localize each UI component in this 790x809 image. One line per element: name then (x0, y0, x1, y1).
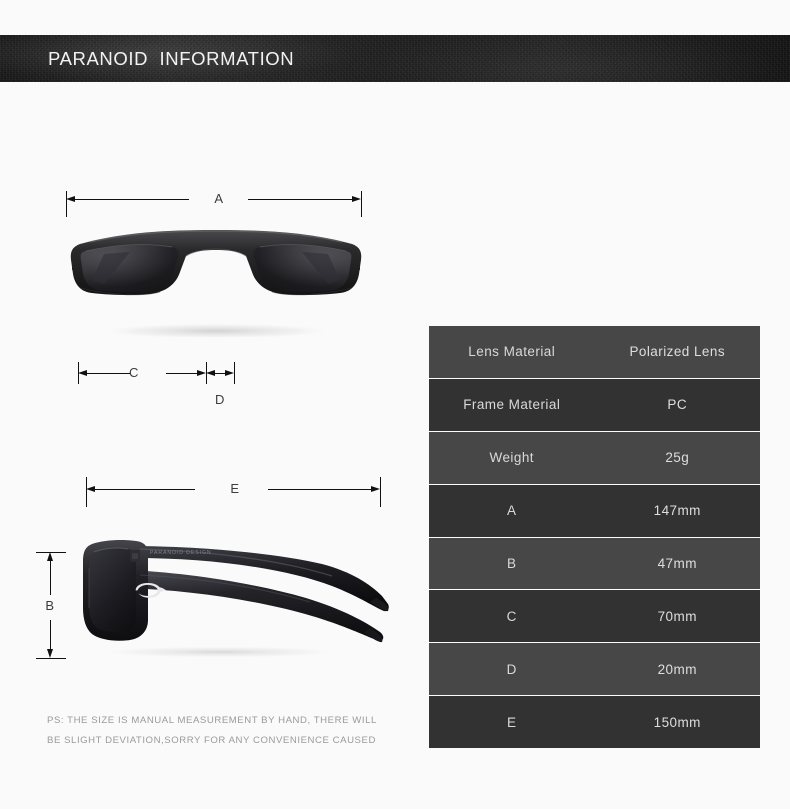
dim-e-line-left (95, 489, 195, 490)
table-row: C 70mm (429, 590, 760, 644)
spec-value: 47mm (657, 555, 697, 571)
table-row: A 147mm (429, 484, 760, 538)
sunglasses-front-view (60, 222, 372, 339)
dim-b-line-bottom (50, 620, 51, 649)
dim-c-arrow-left (78, 370, 87, 376)
dim-a-label: A (214, 191, 224, 206)
dim-e-cap-right (380, 477, 381, 507)
spec-value: PC (667, 397, 688, 413)
dim-b-cap-bottom (36, 658, 66, 659)
dim-a-arrow-right (352, 196, 361, 202)
sunglasses-side-view: PARANOID DESIGN (70, 528, 402, 660)
page-title: PARANOID INFORMATION (48, 48, 295, 69)
spec-value: 70mm (657, 608, 697, 624)
specification-table: Lens Material Polarized Lens Frame Mater… (429, 326, 760, 748)
spec-key: Frame Material (463, 397, 561, 413)
disclaimer-line-1: PS: THE SIZE IS MANUAL MEASUREMENT BY HA… (47, 715, 377, 726)
dim-d-arrow-right (225, 370, 234, 376)
dim-a-line-right (248, 199, 353, 200)
spec-value: 20mm (657, 661, 697, 677)
dim-d-arrow-left (206, 370, 215, 376)
dim-e-line-right (268, 489, 371, 490)
table-row: Frame Material PC (429, 378, 760, 432)
page-header-band: PARANOID INFORMATION (0, 35, 790, 82)
table-row: B 47mm (429, 537, 760, 591)
dim-b-arrow-up (47, 552, 53, 561)
dim-d-cap-right (234, 362, 235, 384)
spec-key: D (506, 661, 517, 677)
spec-value: 150mm (653, 714, 701, 730)
table-row: Weight 25g (429, 431, 760, 485)
spec-key: B (507, 555, 517, 571)
spec-key: E (507, 714, 517, 730)
dim-d-label: D (215, 392, 225, 407)
spec-key: Lens Material (468, 344, 556, 360)
table-row: D 20mm (429, 643, 760, 697)
table-row: Lens Material Polarized Lens (429, 326, 760, 379)
dim-a-cap-left (66, 191, 67, 217)
dim-e-label: E (230, 481, 240, 496)
spec-key: A (507, 503, 517, 519)
dim-a-arrow-left (66, 196, 75, 202)
spec-value: Polarized Lens (629, 344, 726, 360)
brand-engraving-text: PARANOID DESIGN (150, 550, 212, 556)
spec-key: Weight (489, 450, 534, 466)
dim-a-cap-right (361, 191, 362, 217)
dim-a-line-left (75, 199, 189, 200)
measurement-disclaimer: PS: THE SIZE IS MANUAL MEASUREMENT BY HA… (47, 711, 407, 751)
spec-key: C (506, 608, 517, 624)
dim-b-line-top (50, 561, 51, 595)
spec-value: 25g (665, 450, 690, 466)
dim-b-label: B (45, 598, 55, 613)
spec-value: 147mm (653, 503, 701, 519)
dim-b-arrow-down (47, 649, 53, 658)
dim-e-arrow-left (86, 486, 95, 492)
disclaimer-line-2: BE SLIGHT DEVIATION,SORRY FOR ANY CONVEN… (47, 735, 376, 746)
dim-e-arrow-right (371, 486, 380, 492)
dim-c-line-right (166, 373, 198, 374)
table-row: E 150mm (429, 696, 760, 748)
dim-e-cap-left (86, 477, 87, 507)
dim-c-label: C (129, 365, 139, 380)
dim-c-arrow-right (197, 370, 206, 376)
